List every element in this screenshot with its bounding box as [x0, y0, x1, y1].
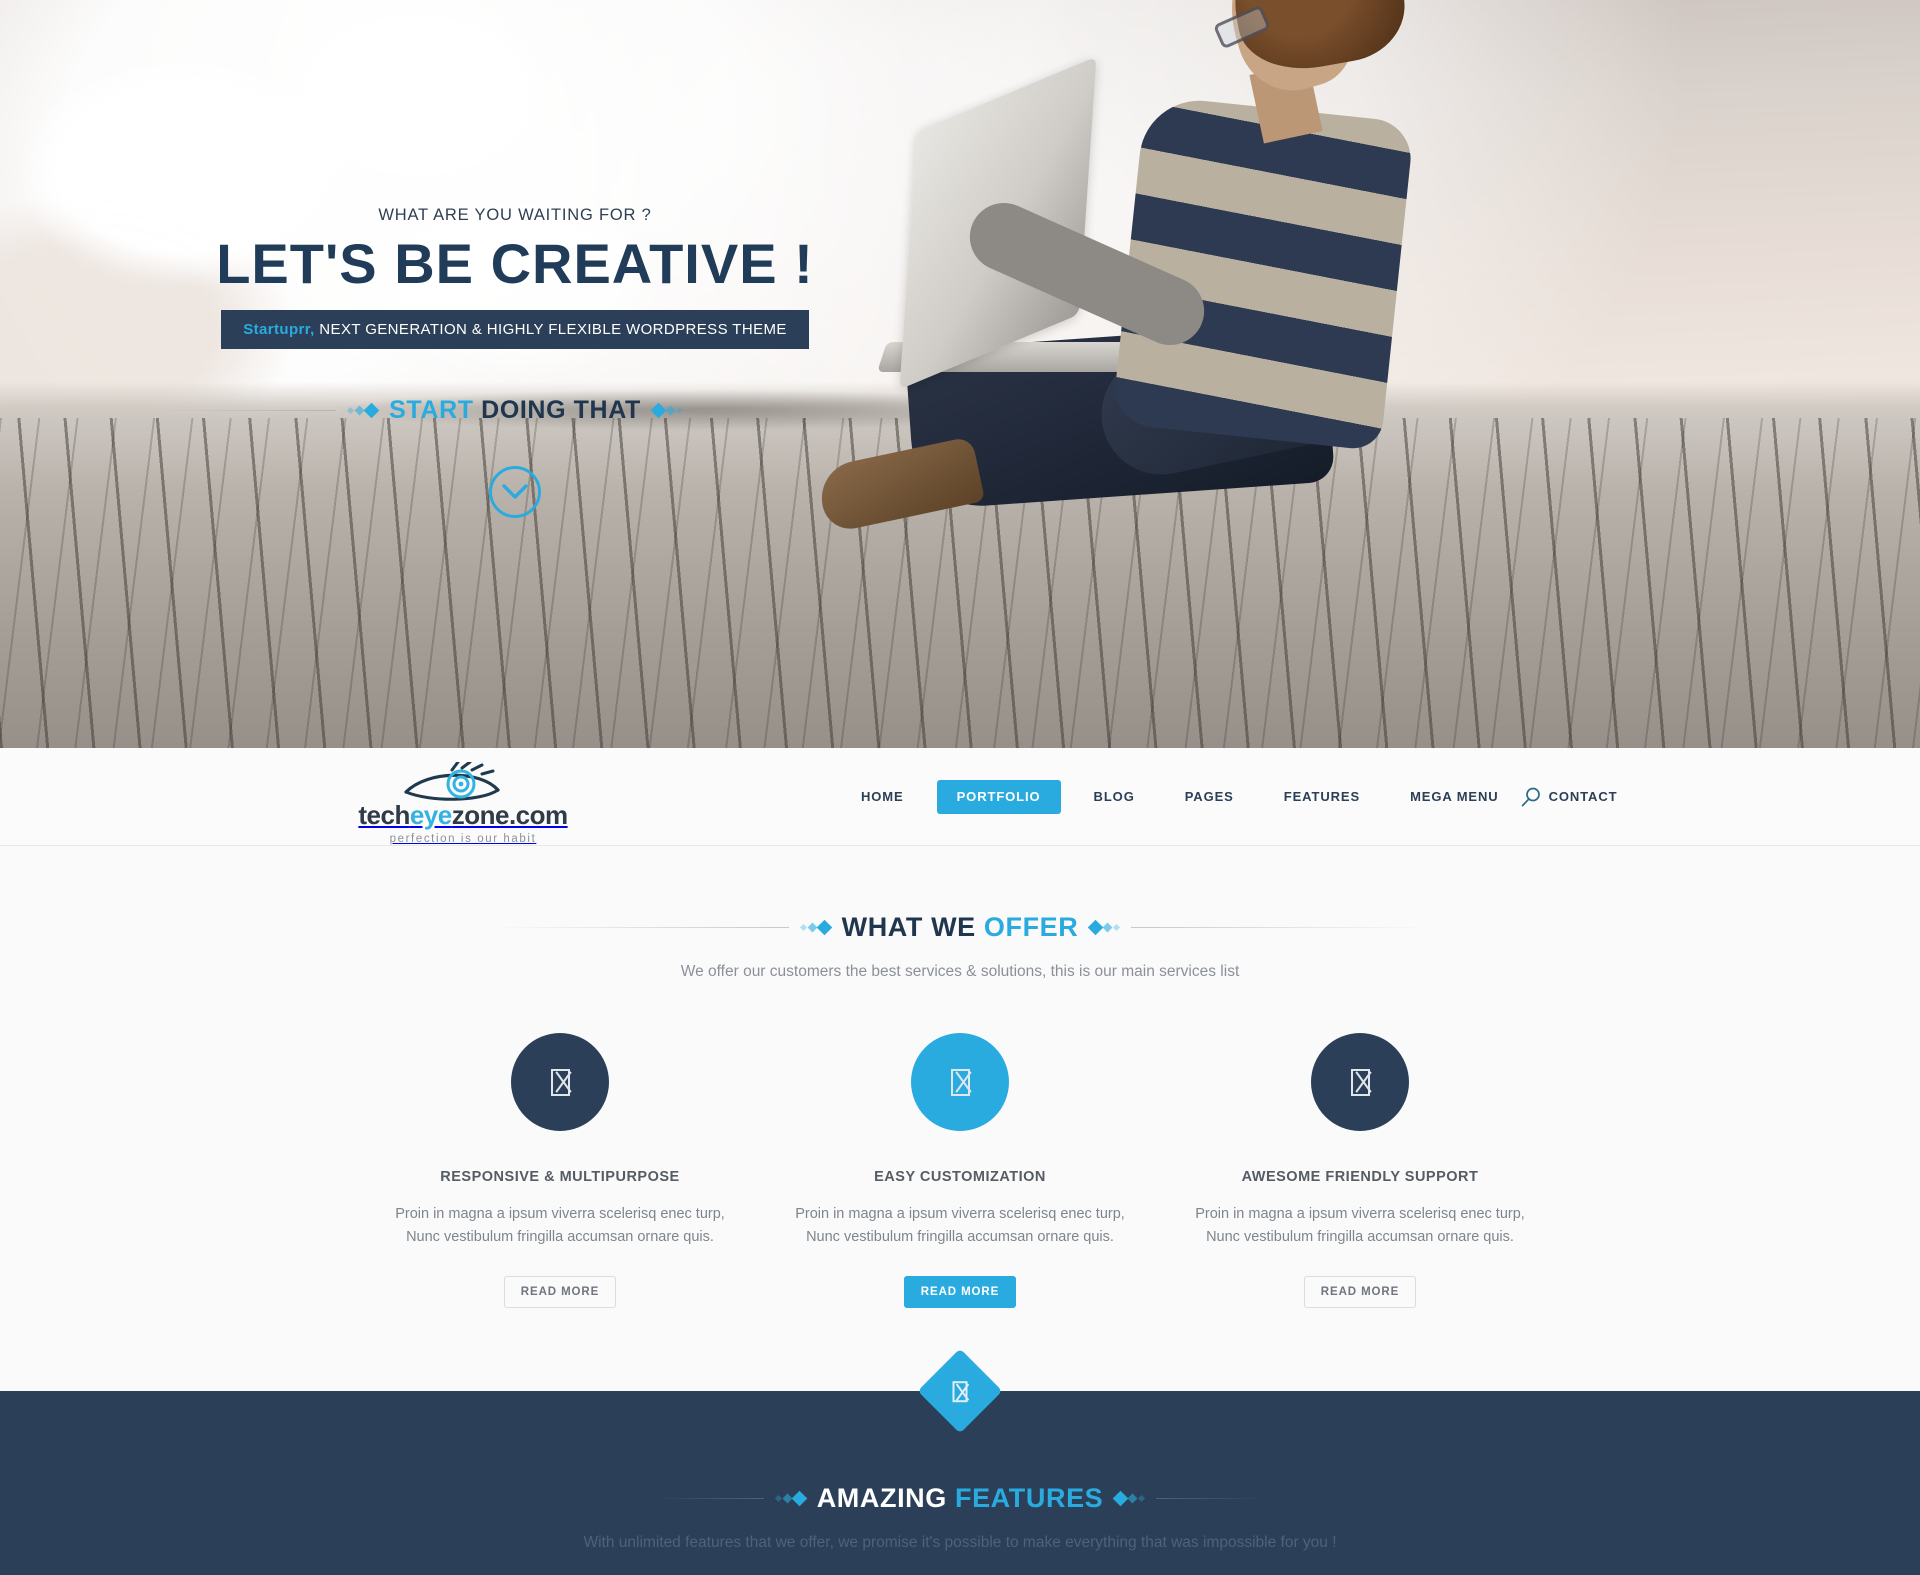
service-card-text: Proin in magna a ipsum viverra scelerisq… — [795, 1206, 1125, 1246]
offer-heading-block: WHAT WE OFFER We offer our customers the… — [0, 912, 1920, 981]
diamond-medium-icon — [1127, 1493, 1138, 1504]
nav-item-blog[interactable]: BLOG — [1069, 748, 1160, 846]
diamond-large-icon — [816, 919, 832, 936]
offer-title: WHAT WE OFFER — [842, 912, 1079, 943]
diamond-large-icon — [1088, 919, 1104, 936]
logo-tagline: perfection is our habit — [389, 833, 537, 845]
site-logo[interactable]: techeyezone.com perfection is our habit — [358, 760, 568, 845]
logo-text-part1: tech — [358, 800, 410, 830]
ornament-line-right — [1156, 1498, 1267, 1499]
eye-logo-icon — [358, 760, 568, 801]
hero-kicker: WHAT ARE YOU WAITING FOR ? — [378, 206, 652, 224]
missing-glyph-icon — [1350, 1068, 1370, 1096]
offer-title-plain: WHAT WE — [841, 912, 984, 942]
main-navigation-bar: techeyezone.com perfection is our habit … — [0, 748, 1920, 846]
nav-item-home[interactable]: HOME — [836, 748, 929, 846]
features-ornament-heading: AMAZING FEATURES — [653, 1483, 1267, 1514]
diamond-small-icon — [1113, 923, 1121, 932]
ornament-diamonds-right — [1113, 1490, 1146, 1507]
read-more-button[interactable]: READ MORE — [1303, 1275, 1417, 1308]
search-icon — [1521, 787, 1540, 807]
hero-section: WHAT ARE YOU WAITING FOR ? LET'S BE CREA… — [0, 0, 1920, 748]
offer-ornament-heading: WHAT WE OFFER — [488, 912, 1432, 943]
features-title: AMAZING FEATURES — [817, 1483, 1104, 1514]
ornament-line-right — [1131, 927, 1432, 928]
service-card-text: Proin in magna a ipsum viverra scelerisq… — [395, 1206, 725, 1246]
ornament-diamonds-left — [799, 919, 832, 936]
hero-title: LET'S BE CREATIVE ! — [216, 232, 814, 295]
hero-tagline-brand: Startuprr, — [243, 321, 315, 339]
logo-text-part3: zone.com — [451, 800, 568, 830]
diamond-large-icon — [791, 1490, 807, 1507]
service-card-icon — [511, 1033, 609, 1131]
hero-ornament-heading: START DOING THAT — [146, 396, 884, 425]
diamond-medium-icon — [665, 405, 676, 416]
ornament-diamonds-right — [650, 402, 683, 419]
service-card: RESPONSIVE & MULTIPURPOSE Proin in magna… — [360, 1033, 760, 1308]
diamond-medium-icon — [782, 1493, 793, 1504]
features-subtitle: With unlimited features that we offer, w… — [583, 1534, 1337, 1551]
diamond-small-icon — [1138, 1494, 1146, 1503]
offer-title-highlight: OFFER — [983, 912, 1079, 942]
scroll-down-button[interactable] — [489, 466, 541, 518]
chevron-down-icon — [502, 484, 528, 499]
service-card-title: AWESOME FRIENDLY SUPPORT — [1241, 1169, 1479, 1185]
diamond-medium-icon — [1102, 922, 1113, 933]
missing-glyph-icon — [952, 1380, 968, 1402]
features-title-highlight: FEATURES — [954, 1483, 1104, 1513]
nav-item-mega-menu[interactable]: MEGA MENU — [1385, 748, 1524, 846]
nav-item-portfolio[interactable]: PORTFOLIO — [936, 780, 1061, 814]
diamond-small-icon — [347, 406, 355, 415]
nav-item-pages[interactable]: PAGES — [1160, 748, 1259, 846]
offer-section: WHAT WE OFFER We offer our customers the… — [0, 846, 1920, 1391]
hero-tagline-rest: NEXT GENERATION & HIGHLY FLEXIBLE WORDPR… — [314, 321, 787, 339]
search-button[interactable] — [1520, 786, 1542, 813]
diamond-small-icon — [799, 923, 807, 932]
service-cards: RESPONSIVE & MULTIPURPOSE Proin in magna… — [0, 1033, 1920, 1308]
offer-subtitle: We offer our customers the best services… — [680, 963, 1240, 980]
service-card-title: EASY CUSTOMIZATION — [874, 1169, 1046, 1185]
hero-subheading-rest: DOING THAT — [473, 396, 641, 424]
nav-item-features[interactable]: FEATURES — [1259, 748, 1385, 846]
diamond-large-icon — [650, 402, 667, 419]
diamond-large-icon — [363, 402, 380, 419]
logo-text-part2: eye — [409, 800, 452, 830]
read-more-button[interactable]: READ MORE — [903, 1275, 1017, 1308]
hero-copy: WHAT ARE YOU WAITING FOR ? LET'S BE CREA… — [0, 206, 1030, 350]
service-card: EASY CUSTOMIZATION Proin in magna a ipsu… — [760, 1033, 1160, 1308]
diamond-small-icon — [675, 406, 683, 415]
logo-wordmark: techeyezone.com — [358, 800, 568, 831]
scroll-down-area — [0, 466, 1030, 518]
diamond-small-icon — [774, 1494, 782, 1503]
service-card-text: Proin in magna a ipsum viverra scelerisq… — [1195, 1206, 1525, 1246]
ornament-line-left — [488, 927, 789, 928]
service-card-title: RESPONSIVE & MULTIPURPOSE — [440, 1169, 680, 1185]
ornament-line-right — [693, 410, 884, 411]
service-card: AWESOME FRIENDLY SUPPORT Proin in magna … — [1160, 1033, 1560, 1308]
features-title-plain: AMAZING — [816, 1483, 955, 1513]
hero-subheading-strong: START — [389, 396, 474, 424]
diamond-medium-icon — [807, 922, 818, 933]
ornament-line-left — [653, 1498, 764, 1499]
ornament-diamonds-left — [347, 402, 380, 419]
diamond-large-icon — [1113, 1490, 1129, 1507]
hero-subheading-row: START DOING THAT — [0, 396, 1030, 425]
missing-glyph-icon — [950, 1068, 970, 1096]
service-card-icon — [911, 1033, 1009, 1131]
read-more-button[interactable]: READ MORE — [503, 1275, 617, 1308]
service-card-icon — [1311, 1033, 1409, 1131]
hero-tagline-bar: Startuprr, NEXT GENERATION & HIGHLY FLEX… — [221, 310, 809, 350]
ornament-diamonds-left — [774, 1490, 807, 1507]
ornament-diamonds-right — [1088, 919, 1121, 936]
missing-glyph-icon — [550, 1068, 570, 1096]
hero-subheading: START DOING THAT — [389, 396, 641, 425]
ornament-line-left — [146, 410, 337, 411]
features-section: AMAZING FEATURES With unlimited features… — [0, 1348, 1920, 1575]
